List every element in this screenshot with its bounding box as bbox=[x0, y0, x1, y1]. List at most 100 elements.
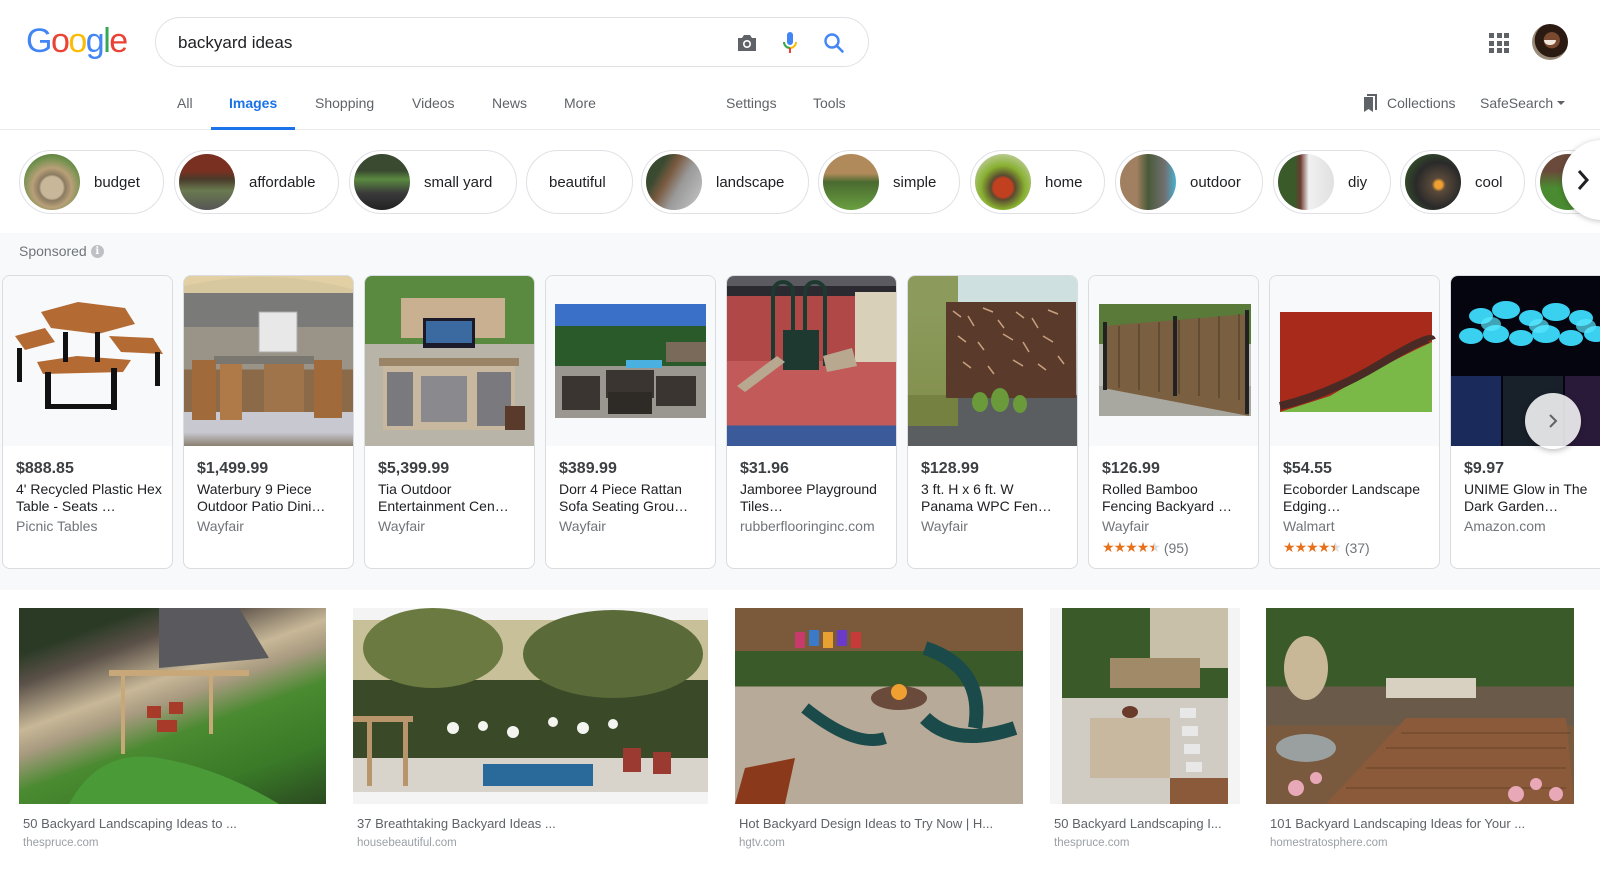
product-price: $128.99 bbox=[921, 460, 979, 477]
info-icon[interactable]: i bbox=[90, 244, 104, 258]
star-icon: ★ bbox=[1102, 539, 1115, 555]
result-source[interactable]: homestratosphere.com bbox=[1270, 837, 1388, 849]
apps-grid-icon[interactable] bbox=[1489, 33, 1509, 53]
chip-thumbnail bbox=[1405, 154, 1461, 210]
collections-label: Collections bbox=[1387, 95, 1456, 111]
product-title: Tia Outdoor Entertainment Cen… bbox=[378, 481, 509, 514]
chip-beautiful[interactable]: beautiful bbox=[526, 150, 633, 214]
chip-thumbnail bbox=[1120, 154, 1176, 210]
product-card[interactable]: $5,399.99 Tia Outdoor Entertainment Cen…… bbox=[364, 275, 535, 569]
result-title[interactable]: 50 Backyard Landscaping Ideas to ... bbox=[23, 816, 237, 831]
microphone-icon[interactable] bbox=[777, 30, 803, 56]
product-card[interactable]: $888.85 4' Recycled Plastic Hex Table - … bbox=[2, 275, 173, 569]
tab-all[interactable]: All bbox=[177, 86, 193, 130]
product-price: $389.99 bbox=[559, 460, 617, 477]
star-icon: ★ bbox=[1329, 539, 1342, 555]
star-rating-icon: ★★★★★ bbox=[1102, 539, 1161, 556]
safesearch-label: SafeSearch bbox=[1480, 95, 1554, 111]
product-merchant: Wayfair bbox=[378, 518, 425, 534]
product-price: $888.85 bbox=[16, 460, 74, 477]
sponsored-next-button[interactable] bbox=[1525, 393, 1581, 449]
google-logo[interactable]: Google bbox=[26, 22, 128, 61]
tab-news[interactable]: News bbox=[492, 86, 527, 130]
star-icon: ★ bbox=[1136, 539, 1150, 555]
product-image bbox=[184, 276, 353, 446]
safesearch-dropdown[interactable]: SafeSearch bbox=[1480, 86, 1566, 120]
chip-label: home bbox=[1045, 173, 1083, 191]
tab-shopping[interactable]: Shopping bbox=[315, 86, 374, 130]
chip-thumbnail bbox=[354, 154, 410, 210]
product-card[interactable]: $126.99 Rolled Bamboo Fencing Backyard …… bbox=[1088, 275, 1259, 569]
result-source[interactable]: thespruce.com bbox=[1054, 837, 1129, 849]
product-card[interactable]: $389.99 Dorr 4 Piece Rattan Sofa Seating… bbox=[545, 275, 716, 569]
search-icon[interactable] bbox=[821, 30, 847, 56]
tab-settings[interactable]: Settings bbox=[726, 86, 777, 130]
chip-cool[interactable]: cool bbox=[1400, 150, 1525, 214]
chip-home[interactable]: home bbox=[970, 150, 1105, 214]
star-rating-icon: ★★★★★ bbox=[1283, 539, 1342, 556]
product-rating: ★★★★★ (37) bbox=[1283, 539, 1429, 556]
product-card[interactable]: $54.55 Ecoborder Landscape Edging… Walma… bbox=[1269, 275, 1440, 569]
result-image bbox=[735, 608, 1023, 804]
chip-thumbnail bbox=[179, 154, 235, 210]
review-count: (95) bbox=[1163, 539, 1189, 556]
product-image bbox=[365, 276, 534, 446]
product-title: 4' Recycled Plastic Hex Table - Seats … bbox=[16, 481, 162, 514]
product-merchant: Wayfair bbox=[921, 518, 968, 534]
star-icon: ★ bbox=[1294, 539, 1308, 555]
collections-link[interactable]: Collections bbox=[1363, 86, 1455, 120]
review-count: (37) bbox=[1344, 539, 1370, 556]
product-title: Ecoborder Landscape Edging… bbox=[1283, 481, 1420, 514]
chip-simple[interactable]: simple bbox=[818, 150, 960, 214]
product-card[interactable]: $128.99 3 ft. H x 6 ft. W Panama WPC Fen… bbox=[907, 275, 1078, 569]
star-icon: ★ bbox=[1283, 539, 1296, 555]
result-title[interactable]: Hot Backyard Design Ideas to Try Now | H… bbox=[739, 816, 993, 831]
result-source[interactable]: hgtv.com bbox=[739, 837, 785, 849]
chip-affordable[interactable]: affordable bbox=[174, 150, 339, 214]
result-source[interactable]: housebeautiful.com bbox=[357, 837, 457, 849]
search-box bbox=[155, 17, 869, 67]
tab-images[interactable]: Images bbox=[210, 86, 296, 130]
bookmark-icon bbox=[1363, 94, 1379, 112]
product-merchant: Wayfair bbox=[559, 518, 606, 534]
product-image bbox=[908, 276, 1077, 446]
product-image bbox=[1270, 276, 1439, 446]
chip-budget[interactable]: budget bbox=[19, 150, 164, 214]
result-title[interactable]: 50 Backyard Landscaping I... bbox=[1054, 816, 1222, 831]
user-avatar[interactable] bbox=[1532, 24, 1568, 60]
product-price: $126.99 bbox=[1102, 460, 1160, 477]
product-merchant: Picnic Tables bbox=[16, 518, 98, 534]
result-source[interactable]: thespruce.com bbox=[23, 837, 98, 849]
result-image bbox=[353, 608, 708, 804]
camera-icon[interactable] bbox=[734, 30, 760, 56]
chip-thumbnail bbox=[823, 154, 879, 210]
product-title: UNIME Glow in The Dark Garden… bbox=[1464, 481, 1588, 514]
product-title: Jamboree Playground Tiles… bbox=[740, 481, 877, 514]
chip-label: simple bbox=[893, 173, 937, 191]
product-card[interactable]: $31.96 Jamboree Playground Tiles… rubber… bbox=[726, 275, 897, 569]
product-title: 3 ft. H x 6 ft. W Panama WPC Fen… bbox=[921, 481, 1052, 514]
caret-down-icon bbox=[1557, 101, 1566, 105]
product-card[interactable]: $1,499.99 Waterbury 9 Piece Outdoor Pati… bbox=[183, 275, 354, 569]
sponsored-section: Sponsored i $888.85 4' Recycled Plastic … bbox=[0, 233, 1600, 590]
star-icon: ★ bbox=[1148, 539, 1161, 555]
tab-more[interactable]: More bbox=[564, 86, 596, 130]
related-search-chips: budget affordable small yard beautiful l… bbox=[0, 150, 1600, 214]
result-title[interactable]: 101 Backyard Landscaping Ideas for Your … bbox=[1270, 816, 1525, 831]
chip-landscape[interactable]: landscape bbox=[641, 150, 809, 214]
tab-tools[interactable]: Tools bbox=[813, 86, 846, 130]
chip-label: affordable bbox=[249, 173, 316, 191]
result-title[interactable]: 37 Breathtaking Backyard Ideas ... bbox=[357, 816, 556, 831]
chip-small-yard[interactable]: small yard bbox=[349, 150, 517, 214]
product-rating: ★★★★★ (95) bbox=[1102, 539, 1248, 556]
chip-outdoor[interactable]: outdoor bbox=[1115, 150, 1263, 214]
chip-diy[interactable]: diy bbox=[1273, 150, 1391, 214]
tab-videos[interactable]: Videos bbox=[412, 86, 455, 130]
result-image bbox=[1266, 608, 1574, 804]
chip-label: diy bbox=[1348, 173, 1368, 191]
product-price: $1,499.99 bbox=[197, 460, 269, 477]
search-input[interactable] bbox=[178, 28, 718, 58]
sponsored-label: Sponsored i bbox=[19, 243, 104, 259]
chip-thumbnail bbox=[1278, 154, 1334, 210]
product-merchant: Wayfair bbox=[1102, 518, 1149, 534]
